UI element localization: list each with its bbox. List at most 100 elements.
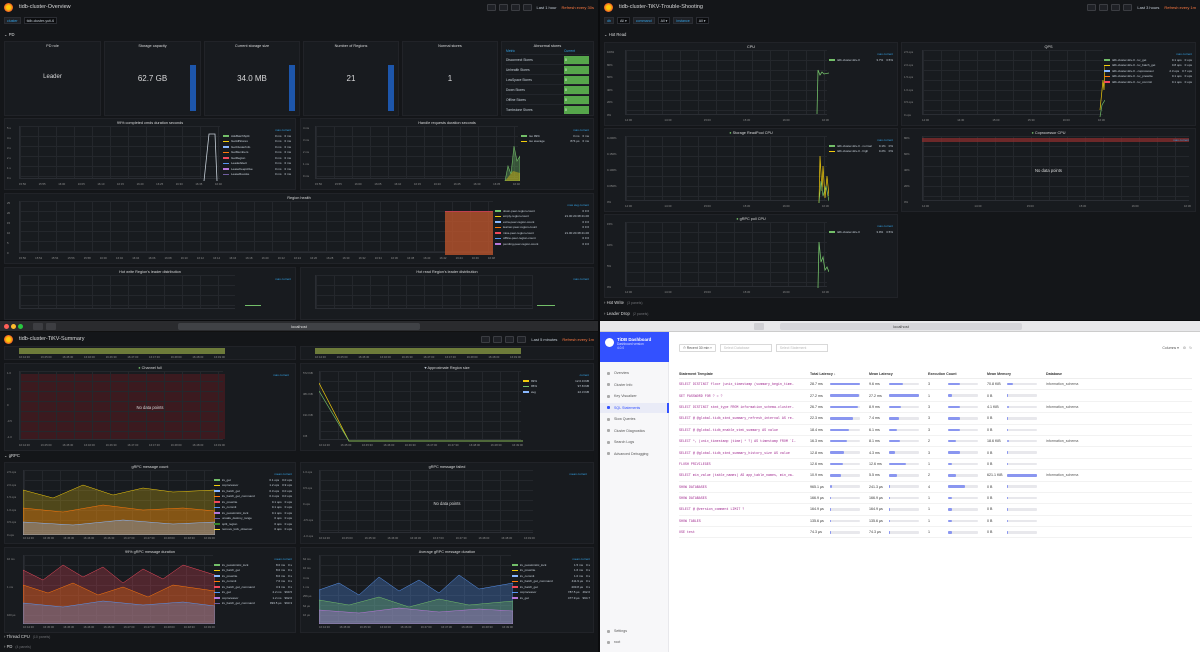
refresh-picker[interactable]: Refresh every 1m [562,337,594,342]
forward-icon[interactable] [46,322,56,330]
url-bar[interactable]: localhost [178,323,420,330]
row-header-hot-read[interactable]: ⌄ Hot Read [604,31,626,39]
table-row[interactable]: SELECT @ @version_comment LIMIT ? 164.9 µ… [679,504,1192,516]
zoom-window-icon[interactable] [18,323,23,329]
nav-item-key-visualizer[interactable]: Key Visualizer [600,391,669,401]
refresh-picker[interactable]: Refresh every 30s [562,5,594,10]
time-range-select[interactable]: ⏱ Recent 30 min ▾ [679,344,716,352]
nav-item-user[interactable]: root [600,637,669,647]
statement-template[interactable]: SELECT DISTINCT floor (unix_timestamp (s… [679,382,810,386]
back-icon[interactable] [33,322,43,330]
legend-item[interactable]: kv_batch_get_command 993.5 µs 993.3 [214,601,292,607]
legend-item[interactable]: kv_pessimistic_lock 0.1 ops 0 ops [214,510,292,516]
settings-icon[interactable] [510,3,520,11]
table-row[interactable]: USE test 74.3 µs 74.3 µs 1 0 B [679,527,1192,539]
legend-item[interactable]: tidb-cluster-tikv-0 - high 0.2% 0% [829,149,893,155]
dashboard-title[interactable]: tidb-cluster-TiKV-Summary [19,336,478,342]
legend-item[interactable]: kv_batch_get_command 411.9 µs 0 s [512,579,590,585]
table-row[interactable]: SELECT @ @global.tidb_stmt_summary_histo… [679,447,1192,459]
tv-mode-icon[interactable] [522,3,532,11]
legend-item[interactable]: kv_get 2.2 ms 990.5 [214,590,292,596]
grafana-logo-icon[interactable] [604,2,613,12]
statement-template[interactable]: SET PASSWORD FOR ? = ? [679,394,810,398]
legend-item[interactable]: LeaseKeepAlive 0 ms 0 ms [223,166,291,172]
row-header-leader-drop[interactable]: › Leader Drop (2 panels) [604,310,648,318]
legend-item[interactable]: LeaderElect 0 ms 0 ms [223,161,291,167]
legend-item[interactable]: offline-peer-region-count 0 0 0 [495,236,589,242]
table-row[interactable]: SHOW DATABASES 166.9 µs 166.9 µs 1 0 B [679,493,1192,505]
table-row[interactable]: SELECT @ @global.tidb_enable_stmt_summar… [679,425,1192,436]
current-col[interactable]: Current [564,49,589,53]
legend-item[interactable]: miss-peer-region-count 21.00 20.38 21.00 [495,230,589,236]
variable-select[interactable]: All ▾ [657,16,671,24]
legend-item[interactable]: tidb-cluster-tikv-0 - kv_commit 0.1 ops 0 … [1104,79,1192,85]
columns-button[interactable]: Columns ▾ [1162,346,1179,350]
legend-item[interactable]: tidb-cluster-tikv-0 3.9% 3.5% [829,229,893,235]
statement-template[interactable]: SHOW DATABASES [679,485,810,489]
grafana-logo-icon[interactable] [4,334,13,344]
row-header-pd[interactable]: › PD (4 panels) [4,643,31,651]
nav-item-cluster-diagnostics[interactable]: Cluster Diagnostics [600,426,669,436]
close-window-icon[interactable] [4,323,9,329]
legend-item[interactable]: coprocessor 787.5 µs 492.0 [512,590,590,596]
col-exec-count[interactable]: Execution Count [928,372,987,376]
statement-template[interactable]: SELECT min_value (table_names) AS app_ta… [679,473,810,477]
legend-item[interactable]: 99% 12.0.0 KiB [523,378,589,384]
nav-item-overview[interactable]: Overview [600,368,669,378]
nav-item-settings[interactable]: Settings [600,626,669,636]
time-range-picker[interactable]: Last 5 minutes [531,337,557,342]
save-icon[interactable] [493,335,503,343]
table-row[interactable]: SELECT min_value (table_names) AS app_ta… [679,470,1192,482]
nav-item-cluster-info[interactable]: Cluster Info [600,380,669,390]
legend-item[interactable]: 95% 97.8 KiB [523,384,589,390]
settings-icon[interactable] [1111,3,1121,11]
minimize-window-icon[interactable] [11,323,16,329]
legend-item[interactable]: tso 99% 3 ms 0 ms [521,133,589,139]
refresh-icon[interactable]: ↻ [1189,346,1192,350]
sidebar-toggle-icon[interactable] [754,322,764,330]
legend-item[interactable]: unsafe_destroy_range 0 ops 0 ops [214,516,292,522]
nav-item-slow-queries[interactable]: Slow Queries [600,414,669,424]
legend-item[interactable]: LeaseRevoke 0 ms 0 ms [223,172,291,178]
table-row[interactable]: SET PASSWORD FOR ? = ? 27.2 ms 27.2 ms 1 0 B [679,390,1192,402]
legend-item[interactable]: tidb-cluster-tikv-0 - coprocessor 2.3 ops… [1104,68,1192,74]
table-row[interactable]: SELECT *, (unix_timestamp (time) * ?) AS… [679,436,1192,448]
legend-item[interactable]: kv_batch_get 403.8 µs 0 s [512,584,590,590]
table-row[interactable]: SHOW TABLES 135.6 µs 135.6 µs 1 0 B [679,516,1192,528]
legend-item[interactable]: split_region 0 ops 0 ops [214,521,292,527]
legend-item[interactable]: kv_commit 1.0 ms 0 s [512,573,590,579]
tv-mode-icon[interactable] [517,335,527,343]
legend-item[interactable]: tidb-cluster-tikv-0 - kv_get 0.1 ops 0 ops [1104,57,1192,63]
table-row[interactable]: SELECT DISTINCT stmt_type FROM informati… [679,402,1192,414]
statement-template[interactable]: SHOW TABLES [679,519,810,523]
legend-item[interactable]: kv_get 477.9 µs 994.7 [512,595,590,601]
legend-item[interactable]: down-peer-region-count 0 0 0 [495,208,589,214]
legend-item[interactable]: remove_lock_observer 0 ops 0 ops [214,527,292,533]
save-icon[interactable] [498,3,508,11]
statement-template[interactable]: FLUSH PRIVILEGES [679,462,810,466]
time-range-picker[interactable]: Last 3 hours [1137,5,1159,10]
legend-item[interactable]: kv_prewrite 0.1 ops 0 ops [214,499,292,505]
legend-item[interactable]: kv_batch_get_command 3.3 ms 0 s [214,584,292,590]
statement-template[interactable]: SHOW DATABASES [679,496,810,500]
legend-item[interactable]: AskBatchSplit 0 ms 0 ms [223,133,291,139]
tv-mode-icon[interactable] [1123,3,1133,11]
dashboard-title[interactable]: tidb-cluster-TiKV-Trouble-Shooting [619,4,1084,10]
metric-col[interactable]: Metric [506,49,515,53]
legend-item[interactable]: kv_prewrite 8.0 ms 0 s [214,573,292,579]
url-bar[interactable]: localhost [780,323,1022,330]
statement-template[interactable]: USE test [679,530,810,534]
legend-item[interactable]: empty-region-count 21.00 20.38 21.00 [495,214,589,220]
legend-item[interactable]: GetRegion 0 ms 0 ms [223,155,291,161]
variable-select[interactable]: All ▾ [617,16,630,24]
table-row[interactable]: FLUSH PRIVILEGES 12.6 ms 12.6 ms 1 0 B [679,459,1192,471]
add-panel-icon[interactable] [1087,3,1097,11]
save-icon[interactable] [1099,3,1109,11]
settings-icon[interactable] [505,335,515,343]
legend-item[interactable]: coprocessor 1.2 ms 992.0 [214,595,292,601]
legend-item[interactable]: kv_prewrite 1.6 ms 0 s [512,568,590,574]
legend-item[interactable]: learner-peer-region-count 0 0 0 [495,225,589,231]
row-header-pd[interactable]: ⌄ PD [4,31,15,39]
legend-item[interactable]: kv_pessimistic_lock 1.5 ms 0 s [512,562,590,568]
statement-template[interactable]: SELECT DISTINCT stmt_type FROM informati… [679,405,810,409]
